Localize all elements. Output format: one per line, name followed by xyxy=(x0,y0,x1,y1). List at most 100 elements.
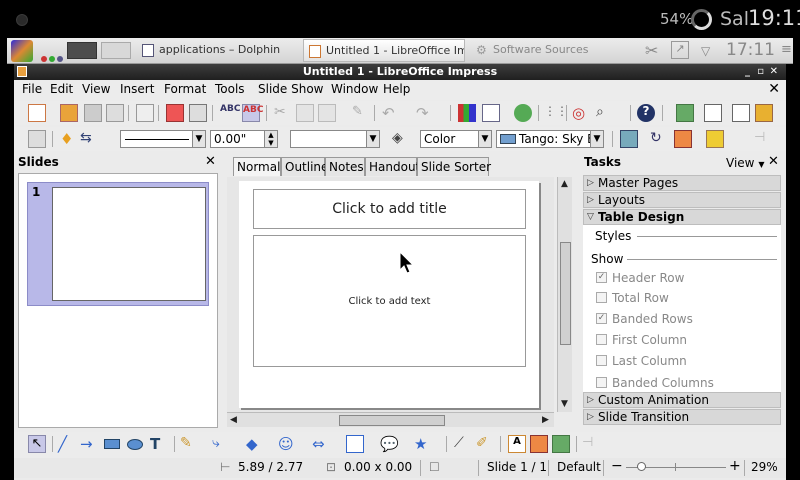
checkbox-icon[interactable] xyxy=(596,334,607,345)
workspace-2[interactable] xyxy=(101,42,131,59)
spellcheck-icon[interactable]: ABC xyxy=(220,104,240,122)
scroll-right-icon[interactable]: ▶ xyxy=(542,415,549,425)
print-icon[interactable] xyxy=(189,104,207,122)
section-table-design[interactable]: ▽ Table Design xyxy=(583,209,781,225)
symbol-shapes-icon[interactable]: ☺ xyxy=(278,435,296,453)
curve-tool-icon[interactable]: ✎ xyxy=(180,435,198,453)
scissors-icon[interactable]: ✂ xyxy=(645,41,658,61)
current-slide[interactable]: Click to add title Click to add text xyxy=(239,181,539,408)
workspace-1[interactable] xyxy=(67,42,97,59)
extrusion-toggle-icon[interactable]: ⊣ xyxy=(582,435,600,453)
glue-points-icon[interactable]: ✐ xyxy=(476,435,494,453)
minimize-button[interactable]: _ xyxy=(745,64,750,79)
from-file-icon[interactable] xyxy=(530,435,548,453)
ellipse-tool-icon[interactable] xyxy=(127,439,143,450)
select-arrow-icon[interactable]: ↖ xyxy=(28,435,46,453)
close-window-button[interactable]: ✕ xyxy=(770,64,778,79)
fontwork-icon[interactable]: A xyxy=(508,435,526,453)
start-menu-icon[interactable] xyxy=(11,40,33,62)
new-slide-icon[interactable] xyxy=(676,104,694,122)
gallery-icon[interactable] xyxy=(552,435,570,453)
area-fill-icon[interactable]: ◈ xyxy=(392,130,410,148)
menu-slide-show[interactable]: Slide Show xyxy=(258,82,323,96)
checkbox-icon[interactable] xyxy=(596,355,607,366)
help-icon[interactable]: ? xyxy=(637,104,655,122)
checkbox-icon[interactable] xyxy=(596,292,607,303)
checkbox-icon[interactable] xyxy=(596,377,607,388)
menu-edit[interactable]: Edit xyxy=(50,82,73,96)
edit-file-icon[interactable] xyxy=(136,104,154,122)
system-menu-dot[interactable] xyxy=(16,14,28,26)
flowchart-icon[interactable] xyxy=(346,435,364,453)
text-tool-icon[interactable]: T xyxy=(150,435,168,453)
copy-icon[interactable] xyxy=(296,104,314,122)
task-software-sources[interactable]: ⚙ Software Sources xyxy=(471,39,601,62)
checkbox-checked-icon[interactable]: ✓ xyxy=(596,272,607,283)
tray-expand-icon[interactable]: ≡ xyxy=(781,42,792,62)
zoom-out-icon[interactable]: − xyxy=(611,458,623,474)
navigator-icon[interactable]: ◎ xyxy=(572,104,590,122)
scroll-down-icon[interactable]: ▼ xyxy=(561,399,568,409)
zoom-slider[interactable] xyxy=(626,462,726,471)
line-tool-icon[interactable]: ╱ xyxy=(58,435,76,453)
vertical-scroll-thumb[interactable] xyxy=(560,242,571,345)
menu-tools[interactable]: Tools xyxy=(215,82,245,96)
paste-icon[interactable] xyxy=(318,104,336,122)
line-width-spinner[interactable]: 0.00" ▲ ▼ xyxy=(210,130,278,148)
tab-slide-sorter[interactable]: Slide Sorter xyxy=(417,157,491,176)
close-tasks-pane-icon[interactable]: ✕ xyxy=(768,154,779,169)
area-fill-select[interactable]: Tango: Sky B ▼ xyxy=(496,130,604,148)
scroll-left-icon[interactable]: ◀ xyxy=(230,415,237,425)
open-folder-icon[interactable] xyxy=(60,104,78,122)
tab-outline[interactable]: Outline xyxy=(281,157,328,176)
close-document-icon[interactable]: ✕ xyxy=(768,81,780,97)
checkbox-checked-icon[interactable]: ✓ xyxy=(596,313,607,324)
grid-icon[interactable]: ⋮⋮ xyxy=(544,104,568,122)
save-icon[interactable] xyxy=(84,104,102,122)
menu-insert[interactable]: Insert xyxy=(120,82,154,96)
arrow-style-icon[interactable]: ⇆ xyxy=(80,130,98,148)
clipboard-icon[interactable]: ↗ xyxy=(671,41,689,59)
task-impress[interactable]: Untitled 1 - LibreOffice Impress xyxy=(303,39,465,62)
tasks-view-menu[interactable]: View ▼ xyxy=(726,156,764,170)
menu-view[interactable]: View xyxy=(82,82,110,96)
menu-format[interactable]: Format xyxy=(164,82,206,96)
horizontal-scroll-thumb[interactable] xyxy=(339,415,445,426)
section-master-pages[interactable]: ▷ Master Pages xyxy=(583,175,781,191)
maximize-button[interactable]: ▫ xyxy=(757,64,764,79)
clone-formatting-icon[interactable]: ✎ xyxy=(352,104,370,122)
slide-layout-icon[interactable] xyxy=(704,104,722,122)
insert-media-icon[interactable] xyxy=(514,104,532,122)
line-color-select[interactable]: ▼ xyxy=(290,130,380,148)
window-titlebar[interactable]: Untitled 1 - LibreOffice Impress _ ▫ ✕ xyxy=(14,64,786,80)
tab-normal[interactable]: Normal xyxy=(233,157,281,176)
shadow-icon[interactable] xyxy=(620,130,638,148)
section-slide-transition[interactable]: ▷ Slide Transition xyxy=(583,409,781,425)
status-zoom[interactable]: 29% xyxy=(751,460,778,474)
undo-icon[interactable]: ↶ xyxy=(382,104,400,122)
line-icon[interactable]: ♦ xyxy=(60,130,78,148)
network-icon[interactable]: ▽ xyxy=(701,44,710,64)
slideshow-icon[interactable] xyxy=(755,104,773,122)
title-placeholder[interactable]: Click to add title xyxy=(253,189,526,229)
styles-icon[interactable] xyxy=(28,130,46,148)
section-custom-animation[interactable]: ▷ Custom Animation xyxy=(583,392,781,408)
slide-thumbnail-item[interactable]: 1 xyxy=(27,182,209,306)
menu-file[interactable]: File xyxy=(22,82,42,96)
align-icon[interactable] xyxy=(674,130,692,148)
block-arrows-icon[interactable]: ⇔ xyxy=(312,435,330,453)
rotate-icon[interactable]: ↻ xyxy=(650,130,668,148)
toggle-extrusion-icon[interactable]: ⊣ xyxy=(754,130,772,148)
points-icon[interactable]: ⟋ xyxy=(454,435,472,453)
tab-notes[interactable]: Notes xyxy=(325,157,365,176)
export-pdf-icon[interactable] xyxy=(166,104,184,122)
zoom-in-icon[interactable]: + xyxy=(729,458,741,474)
connector-tool-icon[interactable]: ⤷ xyxy=(212,435,230,453)
email-icon[interactable] xyxy=(106,104,124,122)
zoom-slider-thumb[interactable] xyxy=(637,462,646,471)
vertical-scrollbar[interactable]: ▲ ▼ xyxy=(557,177,572,412)
slide-design-icon[interactable] xyxy=(732,104,750,122)
task-dolphin[interactable]: applications – Dolphin xyxy=(137,39,297,62)
slide-thumbnail[interactable] xyxy=(52,187,206,301)
callouts-icon[interactable]: 💬 xyxy=(380,435,399,453)
